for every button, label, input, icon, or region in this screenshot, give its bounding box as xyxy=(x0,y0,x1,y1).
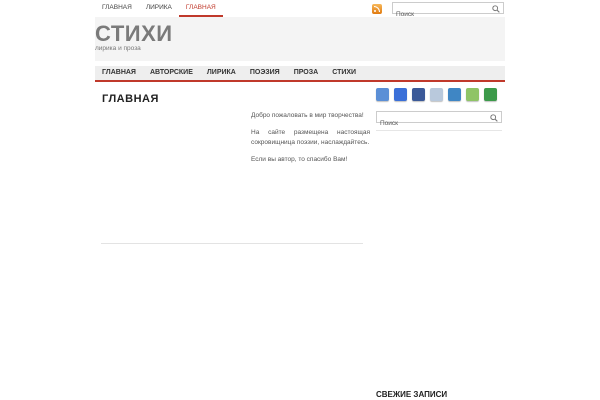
search-icon[interactable] xyxy=(490,114,498,122)
stumbleupon-icon[interactable] xyxy=(448,88,461,101)
sidebar-search-box xyxy=(376,111,502,129)
top-search-box xyxy=(392,2,504,20)
rss-icon[interactable] xyxy=(372,4,382,14)
delicious-icon[interactable] xyxy=(394,88,407,101)
digg-icon[interactable] xyxy=(430,88,443,101)
sidebar-search-input[interactable] xyxy=(377,118,477,129)
facebook-icon[interactable] xyxy=(412,88,425,101)
content-divider xyxy=(101,243,363,244)
content-paragraph: На сайте размещена настоящая сокровищниц… xyxy=(251,128,370,147)
main-nav-item-poetry[interactable]: Поэзия xyxy=(243,66,287,80)
main-nav-item-prose[interactable]: Проза xyxy=(287,66,326,80)
social-icons xyxy=(376,88,502,101)
main-nav-item-home[interactable]: Главная xyxy=(95,66,143,80)
main-nav-item-poems[interactable]: Стихи xyxy=(325,66,363,80)
main-nav: Главная Авторские Лирика Поэзия Проза Ст… xyxy=(95,66,505,82)
top-nav-item-lyrics[interactable]: лирика xyxy=(139,0,179,17)
technorati-icon[interactable] xyxy=(466,88,479,101)
content-paragraph: Добро пожаловать в мир творчества! xyxy=(251,112,364,119)
recent-posts-title: СВЕЖИЕ ЗАПИСИ xyxy=(376,390,448,399)
sidebar-divider xyxy=(376,130,502,131)
top-nav-item-home-active[interactable]: главная xyxy=(178,0,223,17)
excel-icon[interactable] xyxy=(484,88,497,101)
content-paragraph: Если вы автор, то спасибо Вам! xyxy=(251,155,348,163)
site-description: лирика и проза xyxy=(95,45,141,52)
page-content: Добро пожаловать в мир творчества! На са… xyxy=(251,111,370,171)
site-title[interactable]: СТИХИ xyxy=(95,21,173,47)
page-title: ГЛАВНАЯ xyxy=(102,93,159,105)
main-nav-item-lyrics[interactable]: Лирика xyxy=(200,66,243,80)
search-icon[interactable] xyxy=(492,5,500,13)
twitter-icon[interactable] xyxy=(376,88,389,101)
top-nav: главная лирика главная xyxy=(95,0,223,17)
top-nav-item-home[interactable]: главная xyxy=(95,0,139,17)
main-nav-item-authors[interactable]: Авторские xyxy=(143,66,200,80)
